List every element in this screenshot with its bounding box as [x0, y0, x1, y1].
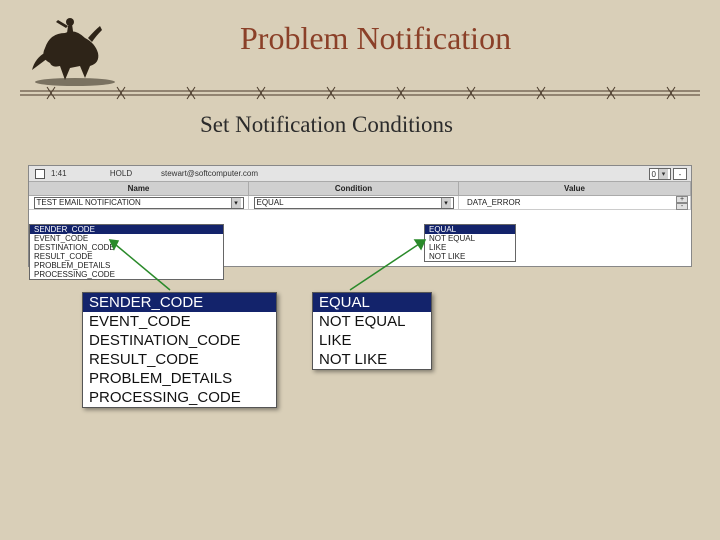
closeup-option[interactable]: PROBLEM_DETAILS	[83, 369, 276, 388]
row-status: HOLD	[81, 169, 161, 178]
cell-condition[interactable]: EQUAL ▾	[249, 196, 459, 209]
cond-dropdown-option[interactable]: LIKE	[425, 243, 515, 252]
chevron-down-icon: ▾	[231, 198, 241, 208]
cell-name[interactable]: TEST EMAIL NOTIFICATION ▾	[29, 196, 249, 209]
panel-topbar: 1:41 HOLD stewart@softcomputer.com 0 ▾ -	[29, 166, 691, 182]
closeup-option[interactable]: DESTINATION_CODE	[83, 331, 276, 350]
chevron-down-icon: ▾	[658, 169, 668, 179]
condition-dropdown-closeup: EQUAL NOT EQUAL LIKE NOT LIKE	[312, 292, 432, 370]
cell-value-text: DATA_ERROR	[467, 198, 521, 207]
row-checkbox[interactable]	[35, 169, 45, 179]
chevron-down-icon: ▾	[441, 198, 451, 208]
add-row-button[interactable]: +	[676, 196, 688, 203]
closeup-option[interactable]: RESULT_CODE	[83, 350, 276, 369]
row-id: 1:41	[51, 169, 81, 178]
page-title: Problem Notification	[240, 20, 511, 57]
name-dropdown-selected[interactable]: SENDER_CODE	[30, 225, 223, 234]
col-value: Value	[459, 182, 691, 195]
barbed-wire-divider-icon	[20, 86, 700, 100]
panel-header: Name Condition Value	[29, 182, 691, 196]
closeup-option[interactable]: PROCESSING_CODE	[83, 388, 276, 407]
condition-dropdown[interactable]: EQUAL NOT EQUAL LIKE NOT LIKE	[424, 224, 516, 262]
closeup-selected[interactable]: EQUAL	[313, 293, 431, 312]
arrow-icon	[335, 235, 435, 295]
cond-dropdown-selected[interactable]: EQUAL	[425, 225, 515, 234]
cowboy-logo-icon	[20, 8, 140, 88]
cell-condition-value: EQUAL	[257, 198, 284, 207]
closeup-selected[interactable]: SENDER_CODE	[83, 293, 276, 312]
remove-row-button[interactable]: -	[676, 203, 688, 210]
cond-dropdown-option[interactable]: NOT LIKE	[425, 252, 515, 261]
closeup-option[interactable]: LIKE	[313, 331, 431, 350]
right-select-value: 0	[652, 170, 656, 179]
closeup-option[interactable]: NOT EQUAL	[313, 312, 431, 331]
page-subtitle: Set Notification Conditions	[200, 112, 453, 138]
col-condition: Condition	[249, 182, 459, 195]
cell-name-value: TEST EMAIL NOTIFICATION	[37, 198, 141, 207]
cond-dropdown-option[interactable]: NOT EQUAL	[425, 234, 515, 243]
name-dropdown-closeup: SENDER_CODE EVENT_CODE DESTINATION_CODE …	[82, 292, 277, 408]
dash-button[interactable]: -	[673, 168, 687, 180]
right-select[interactable]: 0 ▾	[649, 168, 671, 180]
col-name: Name	[29, 182, 249, 195]
arrow-icon	[100, 235, 180, 295]
closeup-option[interactable]: NOT LIKE	[313, 350, 431, 369]
condition-row: TEST EMAIL NOTIFICATION ▾ EQUAL ▾ DATA_E…	[29, 196, 691, 210]
cell-value[interactable]: DATA_ERROR + -	[459, 196, 691, 209]
row-email: stewart@softcomputer.com	[161, 169, 361, 178]
closeup-option[interactable]: EVENT_CODE	[83, 312, 276, 331]
